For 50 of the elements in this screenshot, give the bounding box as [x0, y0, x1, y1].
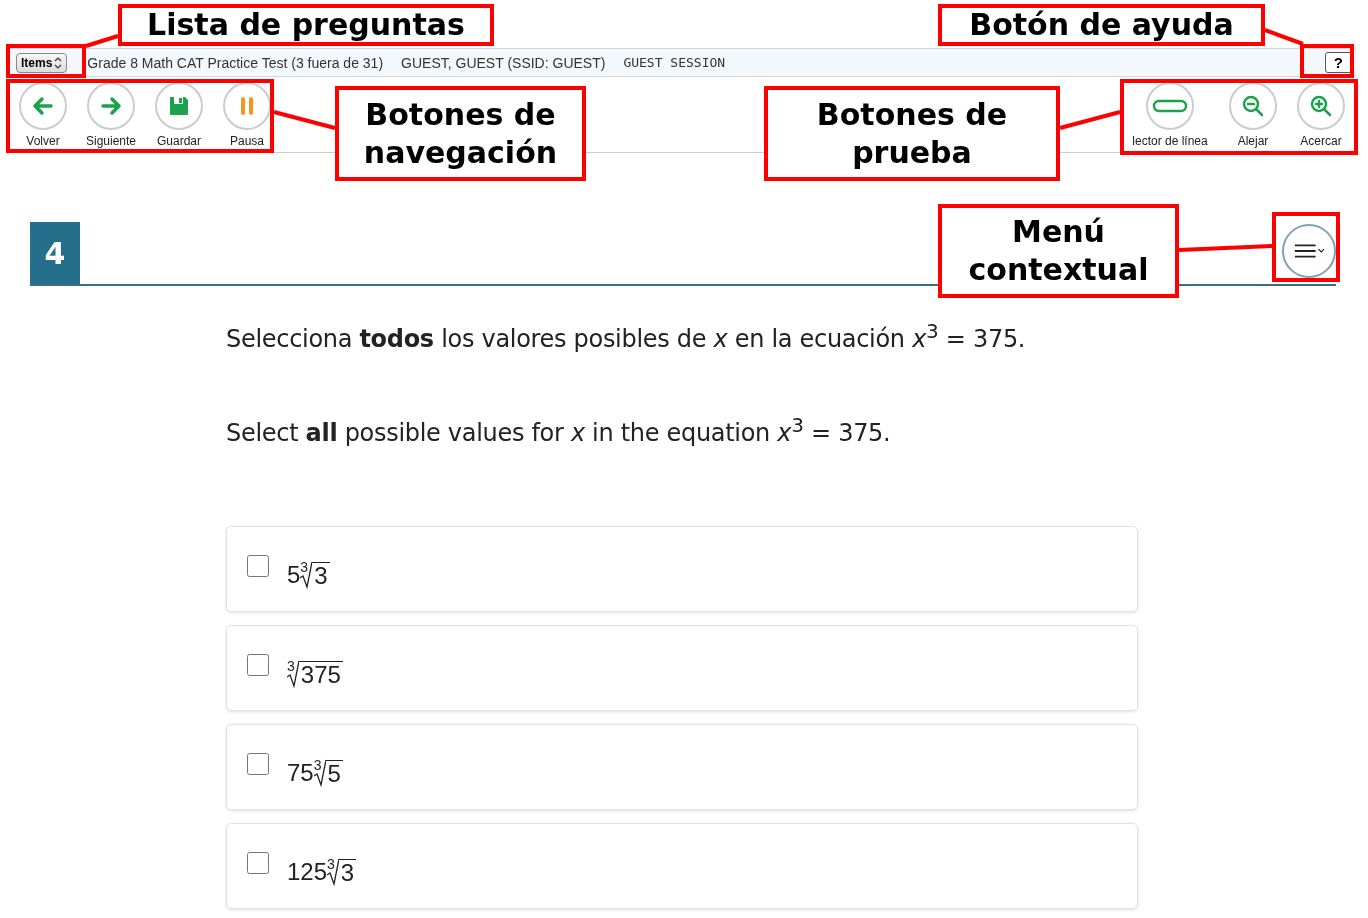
checkbox[interactable] [247, 654, 269, 676]
checkbox[interactable] [247, 555, 269, 577]
toolbar-button[interactable]: Acercar [1288, 82, 1354, 152]
checkbox[interactable] [247, 753, 269, 775]
radical-sign-icon [286, 660, 299, 688]
callout-label: Menú contextual [938, 204, 1179, 298]
leader-line [86, 33, 118, 49]
user-name: GUEST, GUEST (SSID: GUEST) [401, 54, 606, 71]
question-text: Select all possible values for x in the equation x$^{3}$ = 375. [226, 412, 892, 449]
toolbar-button[interactable]: lector de línea [1122, 82, 1218, 152]
highlight-frame [1272, 212, 1340, 282]
test-title: Grade 8 Math CAT Practice Test (3 fuera de 31) [87, 54, 384, 71]
answer-option[interactable]: $^{3}$ 375 [226, 625, 1138, 711]
left-arrow-icon [31, 94, 55, 118]
toolbar-button[interactable]: Volver [10, 82, 76, 152]
leader-line [1265, 27, 1303, 47]
math-expression: 75$^{3}$ 5 [287, 759, 343, 787]
math-expression: 5$^{3}$ 3 [287, 561, 330, 589]
toolbar-button[interactable]: Pausa [214, 82, 280, 152]
right-arrow-icon [99, 94, 123, 118]
checkbox[interactable] [247, 852, 269, 874]
answer-option[interactable]: 125$^{3}$ 3 [226, 823, 1138, 909]
up-down-caret-icon [54, 56, 63, 69]
context-menu-button[interactable] [1282, 224, 1336, 278]
items-dropdown[interactable]: Items [16, 52, 68, 73]
zoom-in-icon [1309, 94, 1333, 118]
leader-line [1060, 109, 1120, 131]
toolbar-button[interactable]: Guardar [146, 82, 212, 152]
save-icon [167, 94, 191, 118]
callout-label: Botones de navegación [335, 86, 586, 181]
math-expression: 125$^{3}$ 3 [287, 858, 357, 886]
callout-label: Botón de ayuda [938, 4, 1265, 46]
callout-label: Lista de preguntas [118, 4, 494, 46]
zoom-out-icon [1241, 94, 1265, 118]
line-reader-icon [1152, 99, 1188, 113]
leader-line [274, 109, 335, 131]
callout-label: Botones de prueba [764, 86, 1060, 181]
radical-sign-icon [300, 561, 313, 589]
answer-option[interactable]: 5$^{3}$ 3 [226, 526, 1138, 612]
help-button[interactable]: ? [1324, 52, 1352, 73]
menu-icon [1293, 242, 1325, 260]
math-expression: $^{3}$ 375 [287, 660, 343, 688]
radical-sign-icon [326, 858, 339, 886]
toolbar-button[interactable]: Siguiente [78, 82, 144, 152]
answer-option[interactable]: 75$^{3}$ 5 [226, 724, 1138, 810]
session-name: GUEST SESSION [623, 55, 726, 70]
toolbar-button[interactable]: Alejar [1220, 82, 1286, 152]
question-text: Selecciona todos los valores posibles de x en la ecuación x$^{3}$ = 375. [226, 318, 1027, 355]
radical-sign-icon [313, 759, 326, 787]
question-number: 4 [30, 222, 80, 284]
